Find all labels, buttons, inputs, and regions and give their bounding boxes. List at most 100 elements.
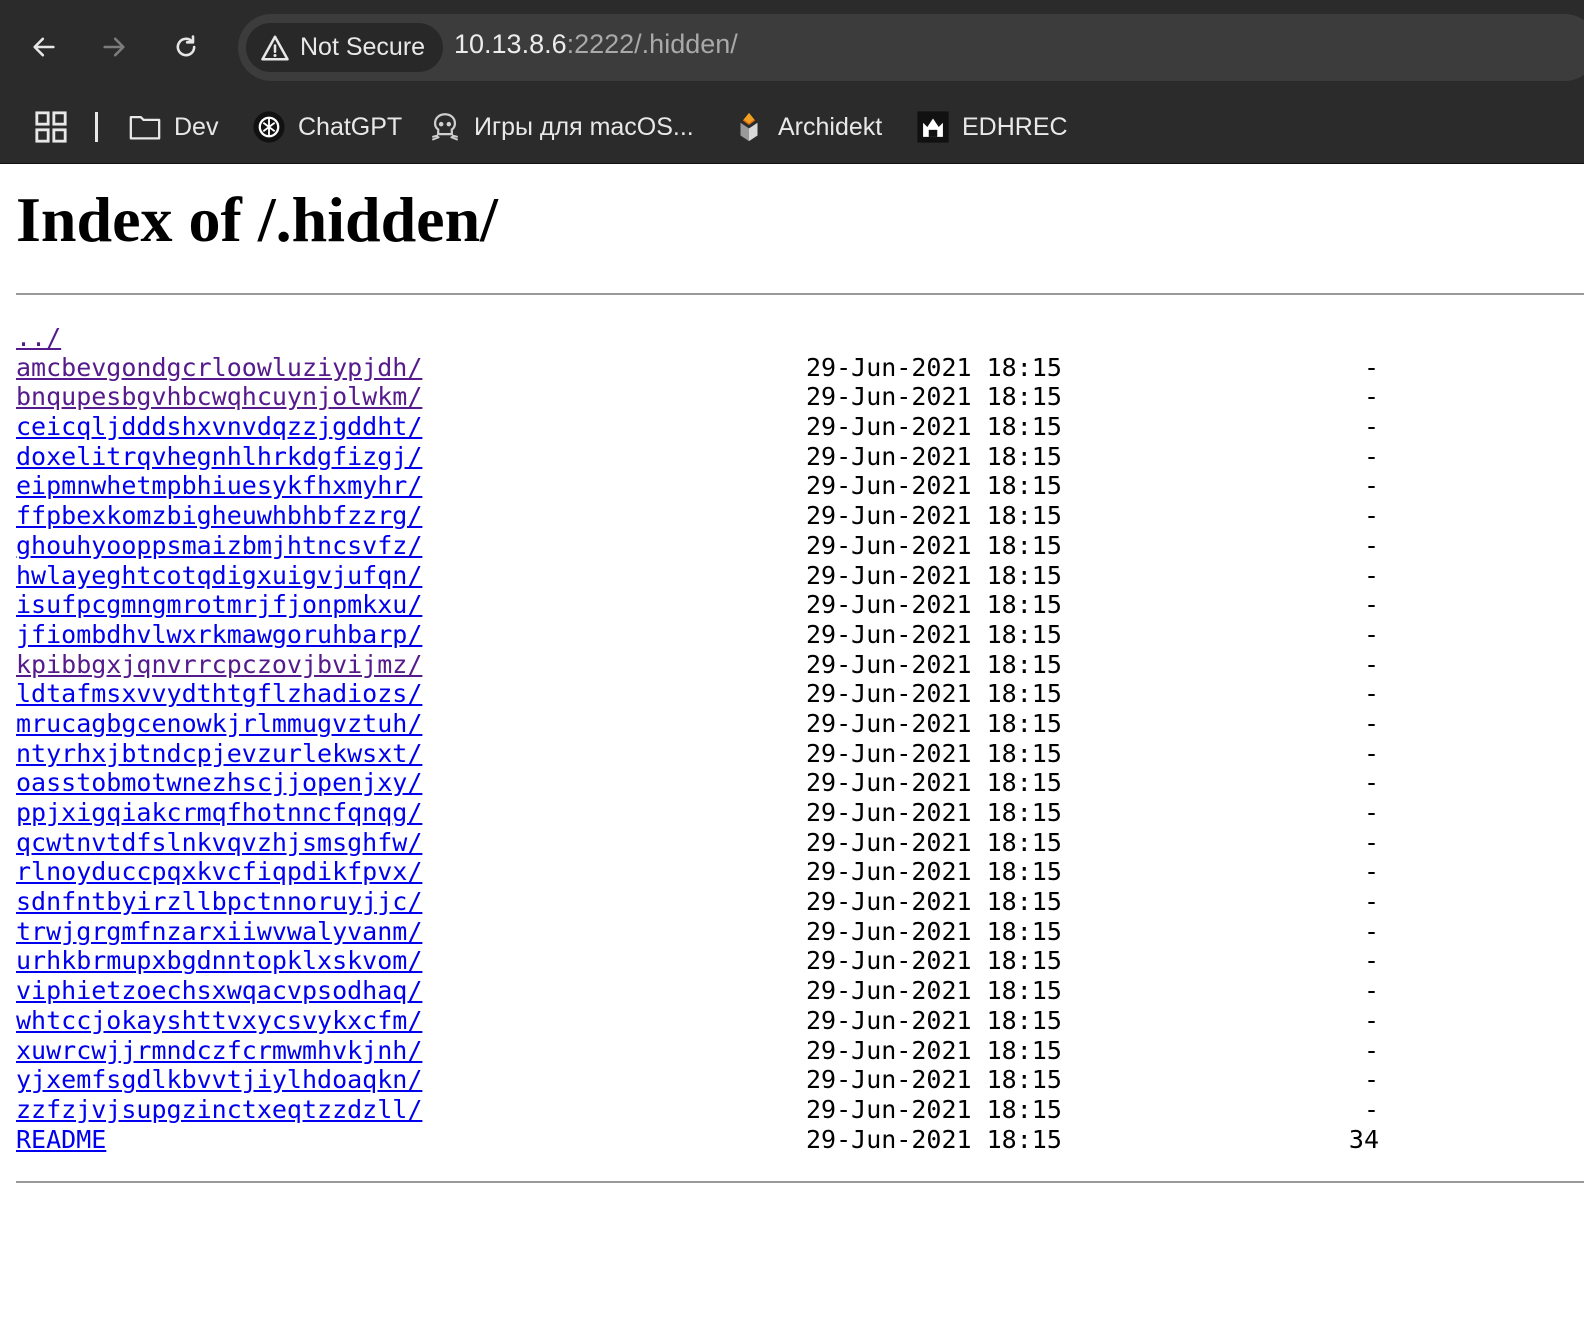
directory-link[interactable]: whtccjokayshttvxycsvykxcfm/: [16, 1006, 422, 1035]
file-size: 34: [1348, 1124, 1379, 1154]
file-size: -: [1363, 1035, 1379, 1065]
directory-link[interactable]: ghouhyooppsmaizbmjhtncsvfz/: [16, 531, 422, 560]
file-size: -: [1363, 382, 1379, 412]
modified-date: 29-Jun-2021 18:15: [806, 560, 1062, 590]
file-size: -: [1363, 501, 1379, 531]
modified-date: 29-Jun-2021 18:15: [806, 798, 1062, 827]
file-size: -: [1363, 352, 1379, 382]
directory-link[interactable]: amcbevgondgcrloowluziypjdh/: [16, 353, 422, 382]
modified-date: 29-Jun-2021 18:15: [806, 976, 1062, 1006]
url-host: 10.13.8.6: [454, 29, 567, 59]
bookmark-label: Игры для macOS...: [474, 112, 694, 141]
url-text[interactable]: 10.13.8.6:2222/.hidden/: [454, 29, 738, 60]
modified-date: 29-Jun-2021 18:15: [806, 857, 1062, 887]
directory-link[interactable]: ceicqljdddshxvnvdqzzjgddht/: [16, 412, 422, 441]
file-size: -: [1363, 1065, 1379, 1095]
bookmarks-bar: Dev ChatGPT Игры для macOS... Archidekt …: [0, 100, 1584, 154]
back-button[interactable]: [19, 22, 69, 72]
page-title: Index of /.hidden/: [16, 184, 498, 255]
file-size: -: [1363, 798, 1379, 827]
directory-link[interactable]: rlnoyduccpqxkvcfiqpdikfpvx/: [16, 857, 422, 886]
bookmark-label: Archidekt: [778, 112, 883, 141]
directory-link[interactable]: ldtafmsxvvydthtgflzhadiozs/: [16, 679, 422, 708]
directory-link[interactable]: bnqupesbgvhbcwqhcuynjolwkm/: [16, 382, 422, 411]
security-indicator[interactable]: Not Secure: [246, 23, 444, 72]
file-size: -: [1363, 530, 1379, 560]
file-size: -: [1363, 441, 1379, 471]
modified-date: 29-Jun-2021 18:15: [806, 590, 1062, 620]
chatgpt-icon: [253, 111, 285, 143]
directory-link[interactable]: viphietzoechsxwqacvpsodhaq/: [16, 976, 422, 1005]
apps-grid-icon[interactable]: [34, 110, 68, 144]
modified-date: 29-Jun-2021 18:15: [806, 412, 1062, 442]
arrow-left-icon: [33, 37, 55, 57]
arrow-right-icon: [103, 37, 125, 57]
bookmark-archidekt[interactable]: Archidekt: [732, 106, 882, 148]
directory-link[interactable]: trwjgrgmfnzarxiiwvwalyvanm/: [16, 917, 422, 946]
modified-date: 29-Jun-2021 18:15: [806, 1035, 1062, 1065]
directory-link[interactable]: sdnfntbyirzllbpctnnoruyjjc/: [16, 887, 422, 916]
file-size: -: [1363, 590, 1379, 620]
modified-date: 29-Jun-2021 18:15: [806, 827, 1062, 857]
bookmark-dev[interactable]: Dev: [128, 106, 218, 148]
directory-link[interactable]: ppjxigqiakcrmqfhotnncfqnqg/: [16, 798, 422, 827]
parent-directory-link[interactable]: ../: [16, 323, 61, 352]
edhrec-icon: [917, 111, 949, 143]
modified-date: 29-Jun-2021 18:15: [806, 946, 1062, 976]
folder-icon: [129, 115, 161, 140]
bookmark-games-macos[interactable]: Игры для macOS...: [428, 106, 694, 148]
modified-date: 29-Jun-2021 18:15: [806, 708, 1062, 738]
forward-button[interactable]: [89, 22, 139, 72]
file-size: -: [1363, 1094, 1379, 1124]
directory-link[interactable]: qcwtnvtdfslnkvqvzhjsmsghfw/: [16, 828, 422, 857]
file-size: -: [1363, 738, 1379, 768]
modified-date: 29-Jun-2021 18:15: [806, 471, 1062, 501]
browser-toolbar: Not Secure 10.13.8.6:2222/.hidden/ Dev C…: [0, 0, 1584, 164]
reload-icon: [176, 35, 196, 57]
directory-link[interactable]: urhkbrmupxbgdnntopklxskvom/: [16, 946, 422, 975]
address-bar[interactable]: Not Secure 10.13.8.6:2222/.hidden/: [238, 14, 1584, 81]
bookmark-chatgpt[interactable]: ChatGPT: [252, 106, 402, 148]
directory-link[interactable]: xuwrcwjjrmndczfcrmwmhvkjnh/: [16, 1036, 422, 1065]
bookmark-label: EDHREC: [962, 112, 1068, 141]
directory-link[interactable]: ffpbexkomzbigheuwhbhbfzzrg/: [16, 501, 422, 530]
directory-link[interactable]: yjxemfsgdlkbvvtjiylhdoaqkn/: [16, 1065, 422, 1094]
file-size: -: [1363, 1005, 1379, 1035]
file-size: -: [1363, 679, 1379, 709]
file-link[interactable]: README: [16, 1125, 106, 1154]
file-size: -: [1363, 827, 1379, 857]
directory-link[interactable]: zzfzjvjsupgzinctxeqtzzdzll/: [16, 1095, 422, 1124]
modified-date: 29-Jun-2021 18:15: [806, 738, 1062, 768]
modified-date: 29-Jun-2021 18:15: [806, 352, 1062, 382]
bookmark-label: Dev: [174, 112, 219, 141]
directory-link[interactable]: oasstobmotwnezhscjjopenjxy/: [16, 768, 422, 797]
modified-date: 29-Jun-2021 18:15: [806, 887, 1062, 917]
reload-button[interactable]: [161, 22, 211, 72]
modified-date: 29-Jun-2021 18:15: [806, 649, 1062, 679]
security-label: Not Secure: [300, 33, 426, 61]
file-size: -: [1363, 857, 1379, 887]
directory-link[interactable]: hwlayeghtcotqdigxuigvjufqn/: [16, 561, 422, 590]
modified-date: 29-Jun-2021 18:15: [806, 768, 1062, 798]
directory-link[interactable]: ntyrhxjbtndcpjevzurlekwsxt/: [16, 739, 422, 768]
bookmark-edhrec[interactable]: EDHREC: [916, 106, 1068, 148]
file-size: -: [1363, 471, 1379, 501]
file-size: -: [1363, 768, 1379, 798]
directory-link[interactable]: isufpcgmngmrotmrjfjonpmkxu/: [16, 590, 422, 619]
skull-icon: [431, 113, 459, 141]
bookmark-label: ChatGPT: [298, 112, 403, 141]
modified-date: 29-Jun-2021 18:15: [806, 1065, 1062, 1095]
directory-link[interactable]: mrucagbgcenowkjrlmmugvztuh/: [16, 709, 422, 738]
directory-link[interactable]: doxelitrqvhegnhlhrkdgfizgj/: [16, 442, 422, 471]
modified-date: 29-Jun-2021 18:15: [806, 530, 1062, 560]
directory-link[interactable]: jfiombdhvlwxrkmawgoruhbarp/: [16, 620, 422, 649]
modified-date: 29-Jun-2021 18:15: [806, 679, 1062, 709]
bookmarks-divider: [95, 112, 98, 142]
warning-icon: [261, 35, 289, 60]
url-path: :2222/.hidden/: [566, 29, 738, 59]
top-divider: [16, 293, 1584, 295]
directory-link[interactable]: kpibbgxjqnvrrcpczovjbvijmz/: [16, 650, 422, 679]
file-size: -: [1363, 708, 1379, 738]
directory-link[interactable]: eipmnwhetmpbhiuesykfhxmyhr/: [16, 471, 422, 500]
file-size: -: [1363, 946, 1379, 976]
